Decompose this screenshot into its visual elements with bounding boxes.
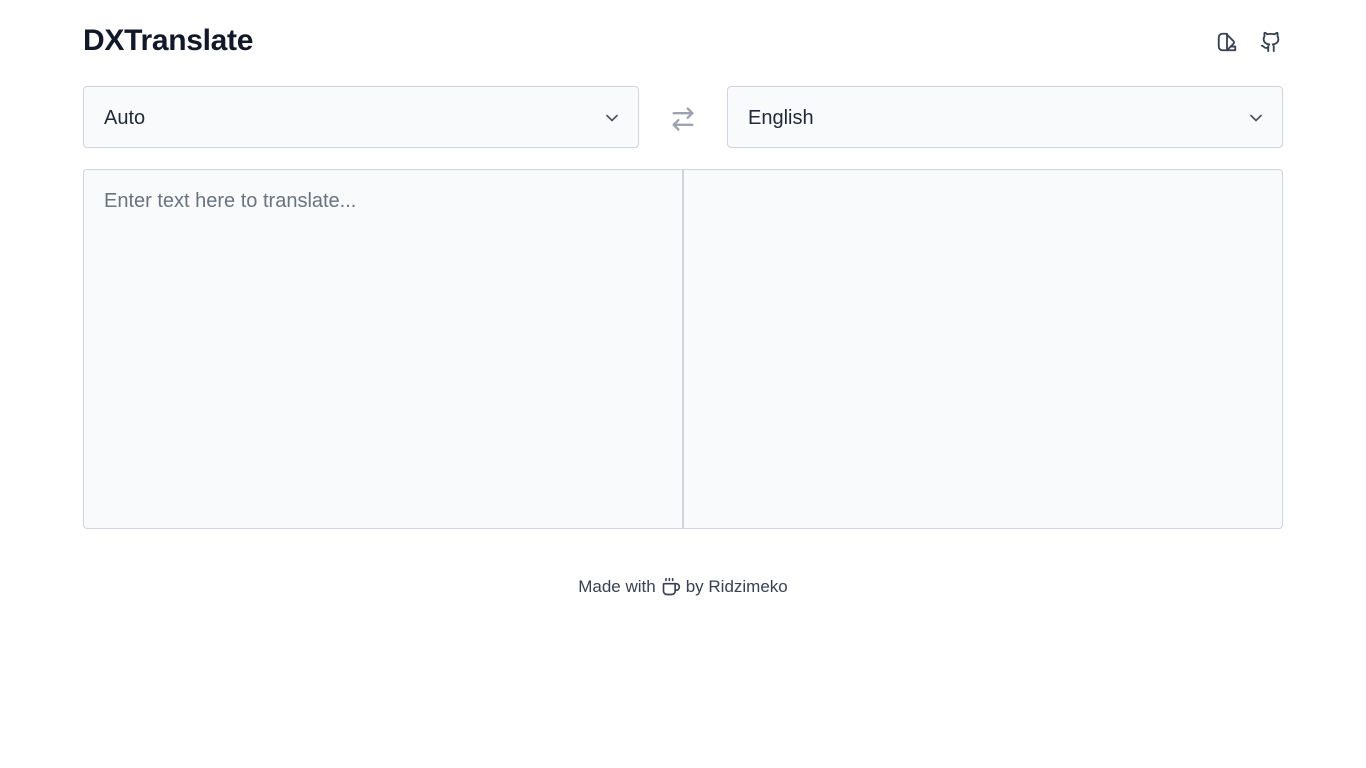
theme-toggle-icon — [1217, 32, 1237, 52]
github-button[interactable] — [1259, 30, 1283, 54]
chevron-down-icon — [606, 114, 618, 122]
chevron-down-icon — [1250, 114, 1262, 122]
footer: Made with by Ridzimeko — [83, 577, 1283, 597]
source-language-value: Auto — [104, 107, 146, 129]
target-language-value: English — [748, 107, 814, 129]
app-title: DXTranslate — [83, 24, 254, 57]
source-pane — [83, 169, 683, 529]
output-pane — [683, 169, 1283, 529]
app-container: DXTranslate Auto English Enter text here… — [83, 0, 1283, 597]
footer-made-with: Made with — [578, 577, 656, 596]
source-text-input[interactable] — [84, 170, 682, 528]
github-icon — [1260, 31, 1280, 53]
coffee-cup-icon — [661, 577, 681, 597]
theme-toggle-button[interactable] — [1215, 30, 1239, 54]
target-language-select[interactable]: English — [727, 86, 1283, 148]
header: DXTranslate — [83, 0, 1283, 86]
header-actions — [1215, 30, 1283, 54]
translation-panes — [83, 169, 1283, 529]
swap-languages-button[interactable] — [667, 103, 699, 135]
source-language-select[interactable]: Auto — [83, 86, 639, 148]
translated-text-output — [684, 170, 1282, 206]
swap-arrows-icon — [672, 107, 694, 131]
footer-author: by Ridzimeko — [685, 577, 788, 596]
language-row: Auto English — [83, 86, 1283, 169]
